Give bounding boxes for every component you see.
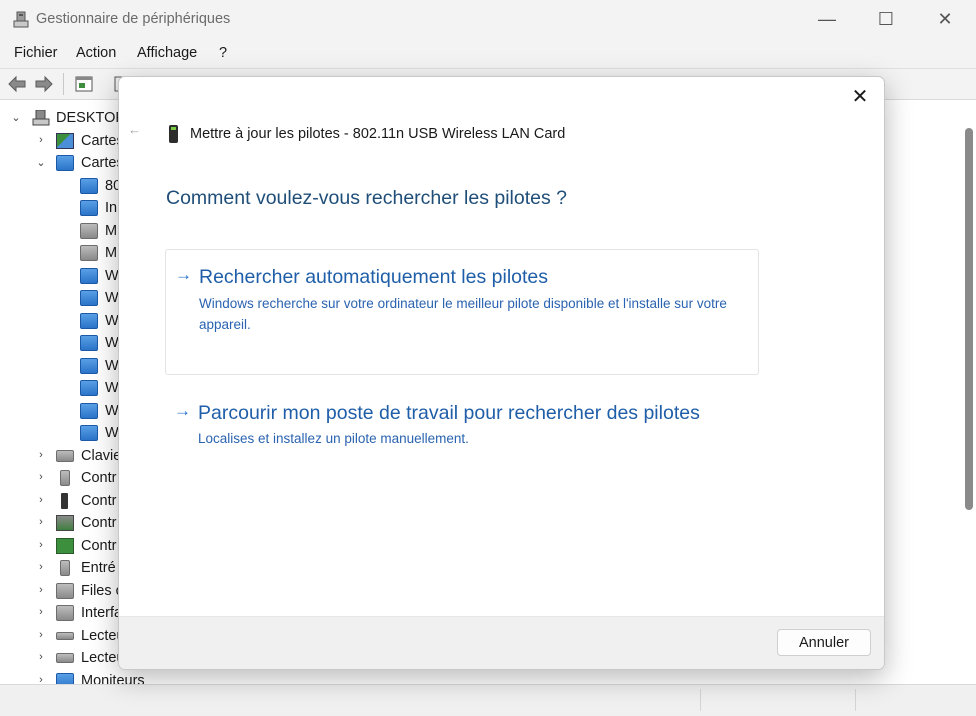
audio-input-icon [60,560,70,576]
network-adapter-icon [80,335,98,351]
maximize-button[interactable]: ☐ [875,8,897,30]
network-adapter-icon [80,313,98,329]
chevron-right-icon[interactable]: › [35,539,47,551]
title-bar: Gestionnaire de périphériques — ☐ ✕ [0,0,976,40]
option-description: Localises et installez un pilote manuell… [198,431,469,446]
tree-item-label: Entré [81,560,116,576]
tree-item-label: Contr [81,515,117,531]
back-arrow-icon[interactable] [7,74,27,94]
network-adapter-icon [80,403,98,419]
status-bar [0,684,976,716]
chevron-right-icon[interactable]: › [35,516,47,528]
dialog-question: Comment voulez-vous rechercher les pilot… [166,187,568,209]
keyboard-icon [56,450,74,462]
disk-drive-icon [56,632,74,640]
option-title: Rechercher automatiquement les pilotes [199,266,549,288]
search-automatically-option[interactable]: → Rechercher automatiquement les pilotes… [165,249,759,375]
chevron-right-icon[interactable]: › [35,606,47,618]
network-adapter-icon [80,290,98,306]
chevron-right-icon[interactable]: › [35,561,47,573]
option-description: Windows recherche sur votre ordinateur l… [199,296,727,332]
tree-item-label: Interfa [81,605,123,621]
tree-item-label: M [105,245,118,261]
chevron-right-icon[interactable]: › [35,449,47,461]
hid-icon [56,605,74,621]
network-adapter-disabled-icon [80,245,98,261]
tree-item-label: W [105,313,119,329]
option-title: Parcourir mon poste de travail pour rech… [198,402,700,424]
tree-item-label: W [105,403,119,419]
tree-item-label: W [105,425,119,441]
network-adapter-icon [80,425,98,441]
tree-item-label: Contr [81,538,117,554]
chevron-right-icon[interactable]: › [35,471,47,483]
dialog-footer: Annuler [119,616,884,669]
network-adapter-icon [80,268,98,284]
menu-affichage[interactable]: Affichage [137,45,197,61]
tree-item-label: Clavie [81,448,122,464]
dialog-close-button[interactable]: ✕ [848,85,872,109]
back-arrow-icon[interactable]: ← [128,122,141,137]
update-driver-dialog: ✕ ← Mettre à jour les pilotes - 802.11n … [118,76,885,670]
chevron-right-icon[interactable]: › [35,651,47,663]
chevron-right-icon[interactable]: › [35,494,47,506]
computer-icon [32,110,50,126]
chevron-right-icon[interactable]: › [35,629,47,641]
usb-wireless-card-icon [169,125,178,143]
menu-fichier[interactable]: Fichier [14,45,58,61]
window-title: Gestionnaire de périphériques [36,11,231,27]
minimize-button[interactable]: — [816,8,838,30]
chevron-down-icon[interactable]: ⌄ [35,156,47,169]
status-divider [700,689,701,711]
tree-item[interactable]: › Moniteurs [0,671,200,684]
print-queue-icon [56,583,74,599]
tree-item-label: W [105,380,119,396]
dvd-drive-icon [56,653,74,663]
vertical-scrollbar[interactable] [965,128,973,510]
tree-item-label: W [105,358,119,374]
tree-item-label: Contr [81,493,117,509]
chevron-down-icon[interactable]: ⌄ [10,111,22,124]
network-adapter-icon [80,380,98,396]
network-adapter-icon [80,178,98,194]
browse-computer-option[interactable]: → Parcourir mon poste de travail pour re… [165,389,757,449]
monitor-icon [56,673,74,684]
menu-action[interactable]: Action [76,45,116,61]
device-manager-app-icon [13,11,29,28]
ide-controller-icon [56,538,74,554]
toolbar-separator [63,73,64,95]
cancel-button[interactable]: Annuler [777,629,871,656]
audio-icon [60,470,70,486]
network-adapter-icon [80,200,98,216]
properties-icon[interactable] [74,74,94,94]
tree-item-label: In [105,200,118,216]
arrow-right-icon: → [175,265,192,284]
network-adapter-disabled-icon [80,223,98,239]
chevron-right-icon[interactable]: › [35,134,47,146]
network-adapter-icon [80,358,98,374]
forward-arrow-icon[interactable] [34,74,54,94]
tree-item-label: W [105,335,119,351]
status-divider [855,689,856,711]
close-window-button[interactable]: ✕ [934,8,956,30]
tree-item-label: Files c [81,583,123,599]
tree-item-label: Contr [81,470,117,486]
tree-item-label: Moniteurs [81,673,145,684]
network-adapter-icon [56,155,74,171]
menu-bar: Fichier Action Affichage ? [0,42,976,66]
tree-item-label: M [105,223,118,239]
arrow-right-icon: → [174,401,191,420]
tree-root-label: DESKTOP [56,110,126,126]
tree-item-label: W [105,290,119,306]
dialog-header-title: Mettre à jour les pilotes - 802.11n USB … [190,126,566,142]
storage-controller-icon [56,515,74,531]
chevron-right-icon[interactable]: › [35,674,47,684]
menu-help[interactable]: ? [219,45,227,61]
display-adapter-icon [56,133,74,149]
usb-icon [61,493,68,509]
chevron-right-icon[interactable]: › [35,584,47,596]
tree-item-label: W [105,268,119,284]
